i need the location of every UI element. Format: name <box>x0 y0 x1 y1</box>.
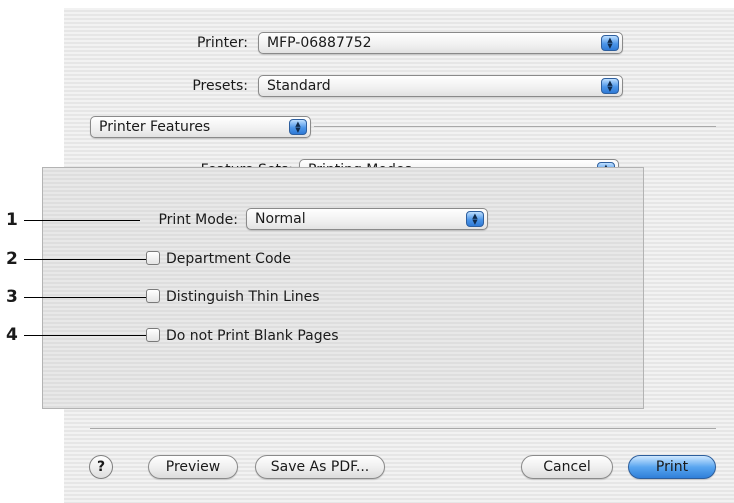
up-down-arrows-icon: ▲▼ <box>601 35 619 51</box>
callout-number-2: 2 <box>6 249 18 269</box>
up-down-arrows-icon: ▲▼ <box>289 119 307 135</box>
options-group-box <box>42 167 644 409</box>
department-code-checkbox[interactable] <box>146 251 160 265</box>
printer-popup[interactable]: MFP-06887752 ▲ ▼ <box>258 32 623 54</box>
department-code-option[interactable]: Department Code <box>146 250 291 268</box>
up-down-arrows-icon: ▲▼ <box>466 211 484 227</box>
presets-popup[interactable]: Standard ▲ ▼ <box>258 75 623 97</box>
callout-line-2 <box>24 259 146 260</box>
print-mode-label: Print Mode: <box>158 212 238 228</box>
distinguish-thin-lines-label: Distinguish Thin Lines <box>166 289 320 305</box>
callout-line-3 <box>24 297 146 298</box>
callout-number-4: 4 <box>6 325 18 345</box>
callout-number-3: 3 <box>6 287 18 307</box>
distinguish-thin-lines-checkbox[interactable] <box>146 289 160 303</box>
panel-popup[interactable]: Printer Features ▲ ▼ <box>90 116 311 138</box>
printer-value: MFP-06887752 <box>267 35 372 51</box>
distinguish-thin-lines-option[interactable]: Distinguish Thin Lines <box>146 288 320 306</box>
cancel-button[interactable]: Cancel <box>521 455 613 479</box>
print-button[interactable]: Print <box>628 455 716 479</box>
callout-line-4 <box>24 335 146 336</box>
callout-number-1: 1 <box>6 210 18 230</box>
help-button[interactable]: ? <box>89 455 113 479</box>
blank-pages-label: Do not Print Blank Pages <box>166 328 339 344</box>
up-down-arrows-icon: ▲▼ <box>601 78 619 94</box>
bottom-separator <box>90 428 716 429</box>
question-mark-icon: ? <box>96 459 106 475</box>
print-mode-popup[interactable]: Normal ▲ ▼ <box>246 208 488 230</box>
save-as-pdf-button[interactable]: Save As PDF... <box>255 455 385 479</box>
panel-separator <box>314 126 716 127</box>
blank-pages-option[interactable]: Do not Print Blank Pages <box>146 327 339 345</box>
callout-line-1 <box>24 220 140 221</box>
printer-label: Printer: <box>196 35 248 51</box>
preview-button[interactable]: Preview <box>148 455 238 479</box>
print-mode-value: Normal <box>255 211 306 227</box>
department-code-label: Department Code <box>166 251 292 267</box>
panel-value: Printer Features <box>99 119 211 135</box>
presets-label: Presets: <box>192 78 248 94</box>
presets-value: Standard <box>267 78 331 94</box>
blank-pages-checkbox[interactable] <box>146 328 160 342</box>
